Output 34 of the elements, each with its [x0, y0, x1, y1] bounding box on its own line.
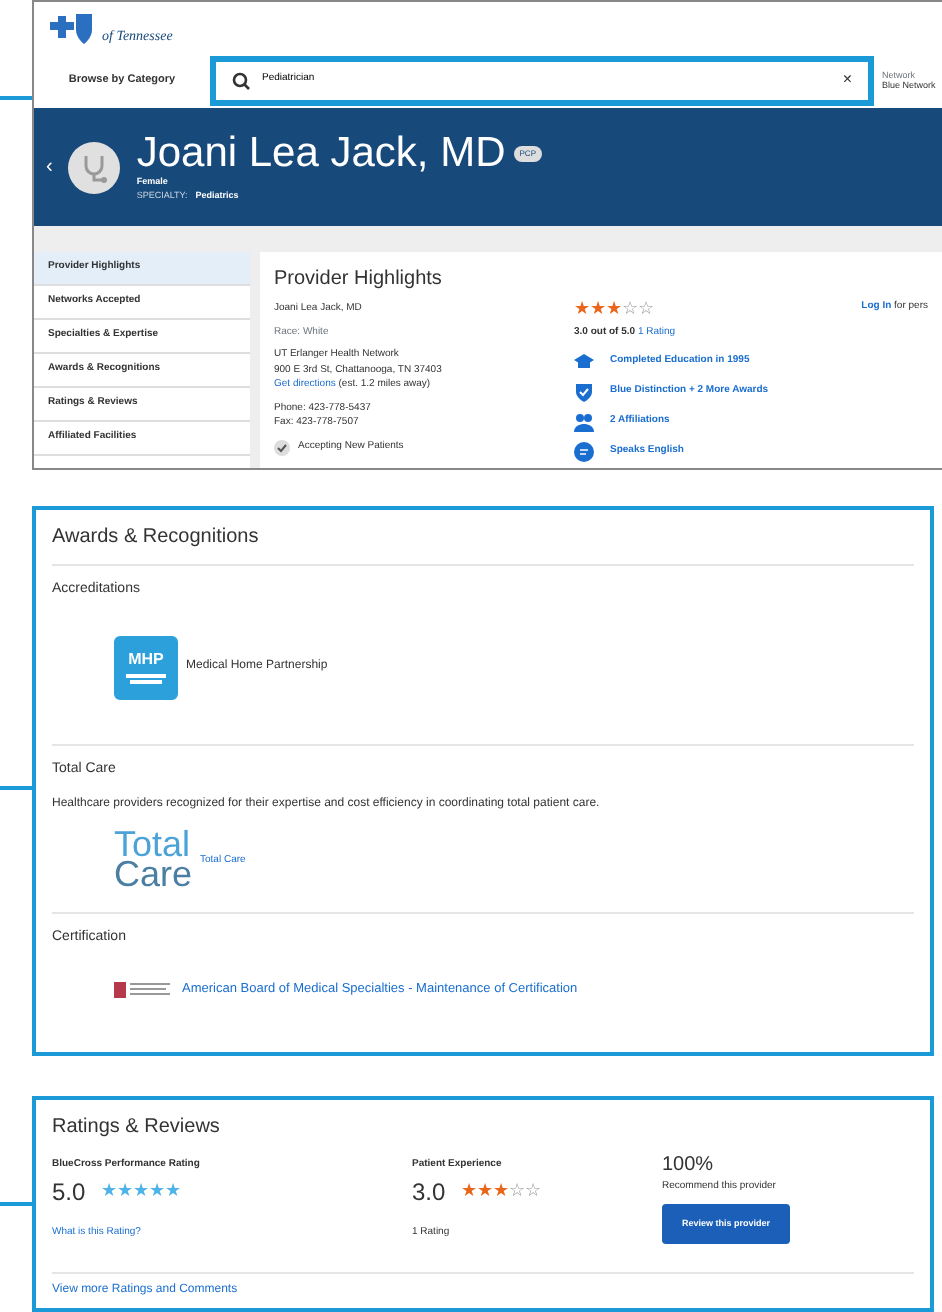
- leader-line: [0, 96, 32, 100]
- recommend-percent: 100%: [662, 1152, 716, 1180]
- section-title: Provider Highlights: [274, 266, 444, 294]
- certificate-logo-icon: [114, 981, 174, 998]
- star-icon: ☆: [509, 1182, 526, 1200]
- star-icon: ★: [493, 1182, 510, 1200]
- star-icon: ☆: [525, 1182, 542, 1200]
- total-care-logo: Total Care: [114, 830, 193, 892]
- shield-check-icon: [574, 381, 594, 401]
- section-title: Ratings & Reviews: [52, 1114, 222, 1142]
- mhp-logo: MHP: [114, 635, 178, 699]
- star-icon: ★: [574, 300, 590, 318]
- graduation-cap-icon: [574, 351, 594, 371]
- rating-score: 3.0: [412, 1175, 446, 1209]
- star-icon: ★: [477, 1182, 494, 1200]
- back-button[interactable]: ‹: [46, 152, 53, 182]
- star-icon: ★: [133, 1182, 150, 1200]
- search-icon: [232, 71, 250, 89]
- star-icon: ☆: [622, 300, 638, 318]
- star-icon: ☆: [638, 300, 654, 318]
- star-icon: ★: [117, 1182, 134, 1200]
- star-icon: ★: [101, 1182, 118, 1200]
- provider-name: Joani Lea Jack, MD: [136, 130, 506, 177]
- star-icon: ★: [461, 1182, 478, 1200]
- star-icon: ★: [149, 1182, 166, 1200]
- check-circle-icon: [274, 439, 290, 455]
- rating-score: 5.0: [52, 1175, 86, 1209]
- star-icon: ★: [590, 300, 606, 318]
- star-icon: ★: [606, 300, 622, 318]
- people-icon: [574, 411, 594, 431]
- clear-button[interactable]: ×: [842, 72, 852, 88]
- section-title: Awards & Recognitions: [52, 510, 914, 566]
- speech-bubble-icon: [574, 441, 594, 461]
- star-icon: ★: [165, 1182, 182, 1200]
